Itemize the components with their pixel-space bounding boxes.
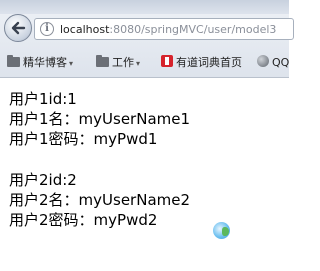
back-button[interactable] [4,14,32,42]
folder-icon [96,55,109,67]
folder-icon [7,55,20,67]
page-content: 用户1id:1 用户1名：myUserName1 用户1密码：myPwd1 用户… [9,89,190,230]
bookmark-label: QQ [272,56,290,69]
user1-password: 用户1密码：myPwd1 [9,130,158,148]
user1-name: 用户1名：myUserName1 [9,110,191,128]
bookmark-qq[interactable]: QQ [257,55,289,71]
globe-icon [257,55,269,67]
url-host: localhost [60,23,110,36]
url-text[interactable]: localhost:8080/springMVC/user/model3 [60,22,276,37]
bookmark-folder-blog[interactable]: 精华博客 ▾ [7,55,73,71]
bookmark-label: 有道词典首页 [176,56,242,69]
youdao-icon [161,55,173,67]
site-info-icon[interactable]: i [40,22,54,36]
user2-password: 用户2密码：myPwd2 [9,211,158,229]
bookmark-label: 精华博客 [23,56,67,69]
navigation-toolbar: i localhost:8080/springMVC/user/model3 [0,14,294,44]
back-arrow-icon [11,21,26,35]
busy-cursor-icon [213,222,230,239]
browser-chrome: i localhost:8080/springMVC/user/model3 精… [0,0,294,78]
bookmarks-bar: 精华博客 ▾ 工作 ▾ 有道词典首页 QQ [0,50,289,76]
dropdown-caret-icon: ▾ [136,59,141,68]
user1-id: 用户1id:1 [9,90,77,108]
dropdown-caret-icon: ▾ [69,59,74,68]
bookmark-folder-work[interactable]: 工作 ▾ [96,55,140,71]
chrome-divider [0,77,289,78]
url-path: :8080/springMVC/user/model3 [109,23,277,36]
bookmark-youdao[interactable]: 有道词典首页 [161,55,242,71]
tab-strip [0,0,289,14]
user2-name: 用户2名：myUserName2 [9,191,191,209]
user2-id: 用户2id:2 [9,171,77,189]
bookmark-label: 工作 [112,56,134,69]
address-bar[interactable]: i localhost:8080/springMVC/user/model3 [34,18,294,40]
